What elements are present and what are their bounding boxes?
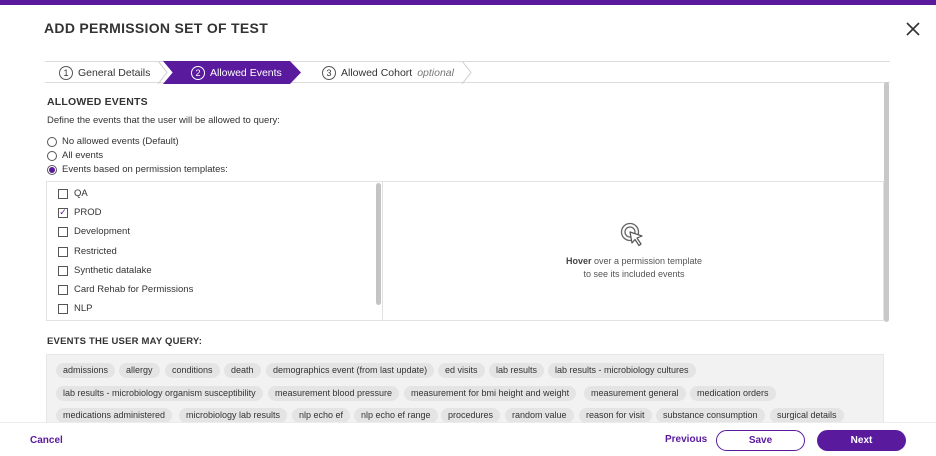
pointer-click-icon xyxy=(620,222,646,248)
template-label: PROD xyxy=(74,207,102,218)
save-button[interactable]: Save xyxy=(716,430,805,451)
step-number: 3 xyxy=(322,65,336,80)
checkbox[interactable] xyxy=(58,226,68,237)
template-label: NLP xyxy=(74,303,93,314)
template-hover-hint: Hover over a permission template to see … xyxy=(384,182,884,320)
template-synthetic-datalake[interactable]: Synthetic datalake xyxy=(58,265,152,276)
event-chip: measurement for bmi height and weight xyxy=(404,386,577,401)
checkbox[interactable] xyxy=(58,188,68,199)
radio-label: No allowed events (Default) xyxy=(62,136,179,147)
step-label: Allowed Events xyxy=(210,66,282,79)
radio-no-allowed-events[interactable]: No allowed events (Default) xyxy=(47,136,179,147)
event-chip: microbiology lab results xyxy=(179,408,288,423)
event-chip: lab results - microbiology cultures xyxy=(548,363,696,378)
templates-list: QA ✓ PROD Development Restricted Synthet… xyxy=(47,182,383,320)
template-label: QA xyxy=(74,188,88,199)
step-allowed-events[interactable]: 2 Allowed Events xyxy=(191,62,282,83)
event-chip: ed visits xyxy=(438,363,485,378)
template-label: Development xyxy=(74,226,130,237)
event-chip: reason for visit xyxy=(579,408,652,423)
event-chip: procedures xyxy=(441,408,501,423)
template-restricted[interactable]: Restricted xyxy=(58,246,117,257)
step-optional-note: optional xyxy=(417,66,454,79)
previous-button[interactable]: Previous xyxy=(665,434,707,445)
event-chip: admissions xyxy=(56,363,116,378)
event-chip: allergy xyxy=(119,363,160,378)
allowed-events-description: Define the events that the user will be … xyxy=(47,115,280,126)
event-chip: nlp echo ef range xyxy=(354,408,438,423)
event-chip: death xyxy=(224,363,261,378)
hover-hint-line-2: to see its included events xyxy=(583,269,685,279)
modal-title: ADD PERMISSION SET OF TEST xyxy=(44,20,269,36)
event-chip: medications administered xyxy=(56,408,173,423)
event-chip: conditions xyxy=(165,363,220,378)
top-accent-bar xyxy=(0,0,936,5)
checkbox[interactable] xyxy=(58,246,68,257)
permission-templates-panel: QA ✓ PROD Development Restricted Synthet… xyxy=(46,181,884,321)
step-separator xyxy=(461,60,473,85)
step-number: 2 xyxy=(191,65,205,80)
event-chip: lab results - microbiology organism susc… xyxy=(56,386,263,401)
template-prod[interactable]: ✓ PROD xyxy=(58,207,101,218)
template-label: Card Rehab for Permissions xyxy=(74,284,194,295)
events-may-query-title: EVENTS THE USER MAY QUERY: xyxy=(47,336,203,347)
close-icon[interactable] xyxy=(902,18,924,40)
hover-hint-line-1: Hover over a permission template xyxy=(565,256,703,266)
stepper: 1 General Details 2 Allowed Events 3 All… xyxy=(45,60,890,85)
radio-button[interactable] xyxy=(47,150,57,161)
step-general-details[interactable]: 1 General Details xyxy=(59,62,150,83)
event-chip: measurement general xyxy=(584,386,686,401)
event-chip: surgical details xyxy=(770,408,844,423)
checkbox-checked[interactable]: ✓ xyxy=(58,207,68,218)
radio-label: Events based on permission templates: xyxy=(62,164,228,175)
radio-permission-templates[interactable]: Events based on permission templates: xyxy=(47,164,228,175)
event-chip: medication orders xyxy=(690,386,776,401)
checkbox[interactable] xyxy=(58,265,68,276)
checkbox[interactable] xyxy=(58,284,68,295)
templates-scrollbar[interactable] xyxy=(376,183,381,305)
allowed-events-title: ALLOWED EVENTS xyxy=(47,96,148,108)
radio-all-events[interactable]: All events xyxy=(47,150,103,161)
template-label: Synthetic datalake xyxy=(74,265,152,276)
event-chip: measurement blood pressure xyxy=(268,386,400,401)
template-label: Restricted xyxy=(74,246,117,257)
event-chip: lab results xyxy=(489,363,545,378)
event-chip: random value xyxy=(505,408,574,423)
event-chip: demographics event (from last update) xyxy=(266,363,435,378)
radio-label: All events xyxy=(62,150,104,161)
step-label: Allowed Cohort xyxy=(341,66,413,79)
page-scrollbar[interactable] xyxy=(884,82,889,322)
template-card-rehab[interactable]: Card Rehab for Permissions xyxy=(58,284,193,295)
checkbox[interactable] xyxy=(58,303,68,314)
modal-footer: Cancel Previous Save Next xyxy=(0,422,936,456)
event-chip: nlp echo ef xyxy=(292,408,351,423)
cancel-button[interactable]: Cancel xyxy=(30,435,63,446)
event-chip: substance consumption xyxy=(656,408,765,423)
template-development[interactable]: Development xyxy=(58,226,130,237)
step-number: 1 xyxy=(59,65,73,80)
events-chip-list: admissions allergy conditions death demo… xyxy=(46,354,884,424)
radio-button-selected[interactable] xyxy=(47,164,57,175)
template-qa[interactable]: QA xyxy=(58,188,88,199)
step-label: General Details xyxy=(78,66,151,79)
template-nlp[interactable]: NLP xyxy=(58,303,92,314)
next-button[interactable]: Next xyxy=(817,430,906,451)
step-allowed-cohort[interactable]: 3 Allowed Cohort optional xyxy=(322,62,454,83)
radio-button[interactable] xyxy=(47,136,57,147)
